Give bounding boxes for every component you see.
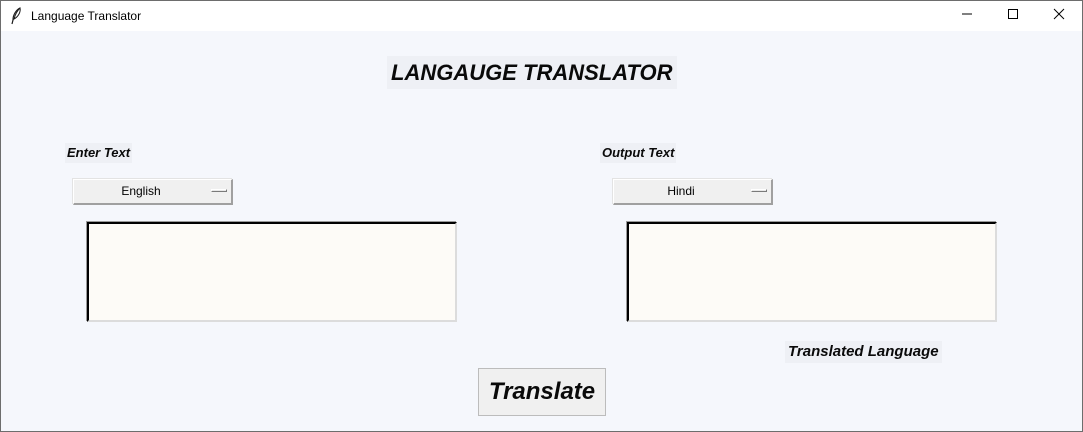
page-title: LANGAUGE TRANSLATOR [387, 56, 677, 89]
close-button[interactable] [1036, 1, 1082, 31]
option-indicator-icon [751, 189, 767, 192]
target-language-select[interactable]: Hindi [613, 179, 773, 205]
feather-icon [10, 7, 24, 25]
maximize-icon [1007, 7, 1019, 25]
close-icon [1053, 7, 1065, 25]
maximize-button[interactable] [990, 1, 1036, 31]
title-bar[interactable]: Language Translator [1, 1, 1082, 31]
translated-language-label: Translated Language [785, 341, 942, 363]
window-title: Language Translator [31, 9, 142, 23]
input-text-area[interactable] [87, 222, 457, 322]
target-language-value: Hindi [667, 184, 695, 198]
app-window: Language Translator LANGAUGE TRANSLATOR … [0, 0, 1083, 432]
source-language-value: English [121, 184, 161, 198]
translate-button[interactable]: Translate [478, 368, 606, 416]
minimize-button[interactable] [944, 1, 990, 31]
output-text-area[interactable] [627, 222, 997, 322]
minimize-icon [961, 7, 973, 25]
output-text-label: Output Text [600, 143, 677, 163]
option-indicator-icon [211, 189, 227, 192]
source-language-select[interactable]: English [73, 179, 233, 205]
enter-text-label: Enter Text [65, 143, 133, 163]
